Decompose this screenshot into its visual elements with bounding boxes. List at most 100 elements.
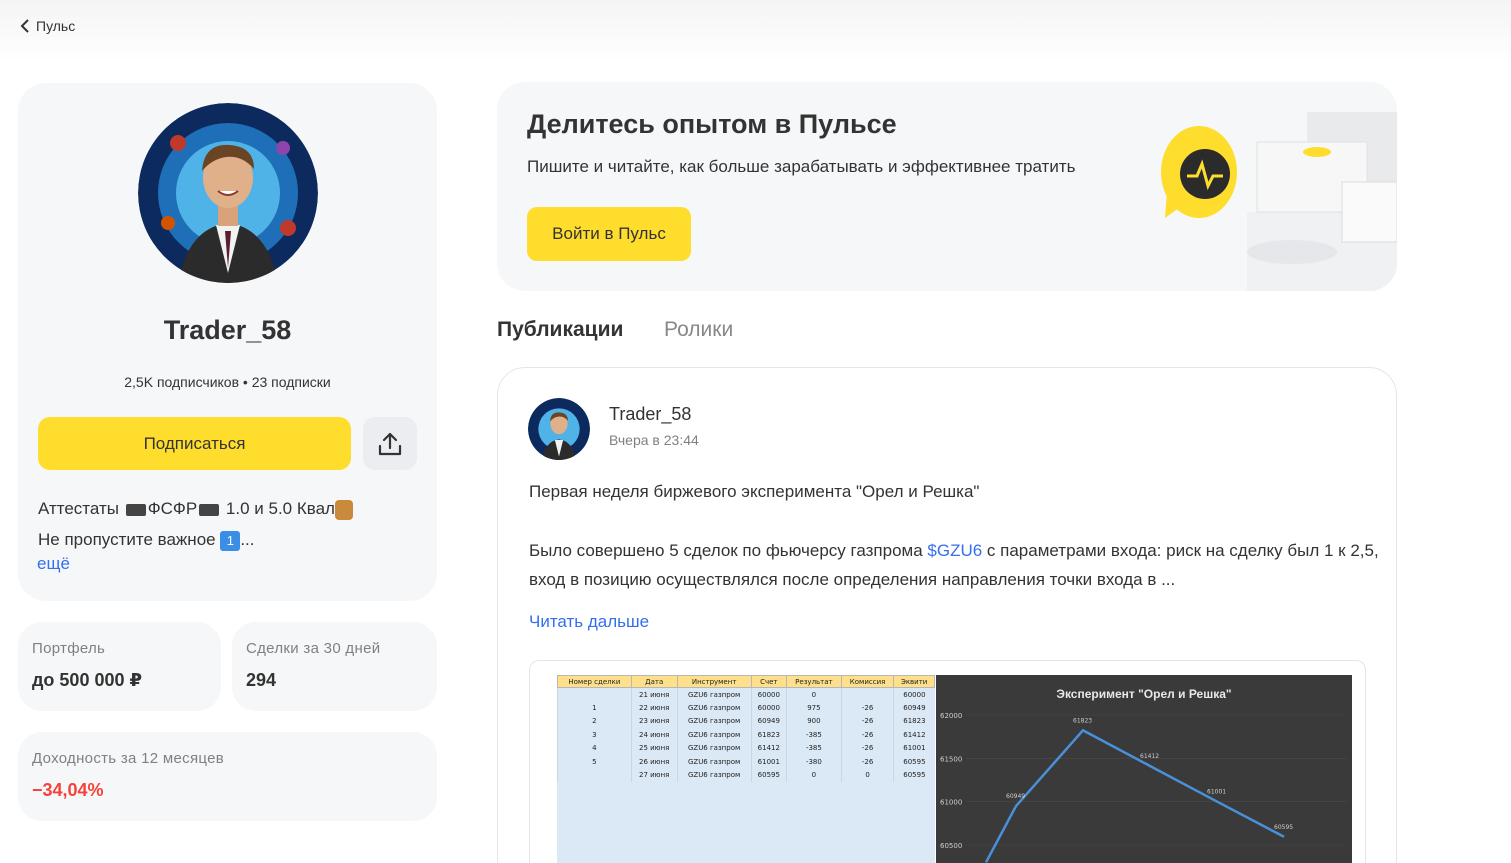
sheet-cell: -26: [840, 741, 894, 755]
sheet-cell: 60949: [893, 701, 935, 715]
tab-videos[interactable]: Ролики: [664, 318, 733, 342]
sheet-cell: 23 июня: [630, 714, 678, 728]
sheet-cell: 61001: [893, 741, 935, 755]
deals-value: 294: [246, 670, 277, 690]
sheet-cell: -26: [840, 728, 894, 742]
tab-publications[interactable]: Публикации: [497, 318, 623, 342]
sheet-cell: 60949: [750, 714, 787, 728]
sheet-cell: GZU6 газпром: [676, 741, 752, 755]
sheet-cell: GZU6 газпром: [676, 728, 752, 742]
yield-value: −34,04%: [32, 780, 104, 800]
ticker-link[interactable]: $GZU6: [927, 541, 982, 560]
sheet-cell: -26: [840, 701, 894, 715]
yield-card: Доходность за 12 месяцев −34,04%: [18, 732, 437, 821]
chart-y-tick-label: 60500: [940, 842, 962, 850]
chart-series-line: [984, 728, 1285, 863]
sheet-cell: -385: [785, 728, 842, 742]
chart-data-label: 60949: [1006, 793, 1025, 800]
sheet-cell: 0: [785, 687, 842, 701]
graduation-cap-icon: [125, 503, 146, 516]
login-pulse-button[interactable]: Войти в Пульс: [527, 207, 691, 261]
chart-y-tick-label: 61500: [940, 755, 962, 763]
deals-card: Сделки за 30 дней 294: [232, 622, 437, 711]
sheet-cell: 60000: [750, 687, 787, 701]
sheet-cell: 61412: [893, 728, 935, 742]
sheet-cell: 27 июня: [630, 768, 678, 782]
sheet-cell: 3: [557, 728, 632, 742]
sheet-cell: -380: [785, 755, 842, 769]
deals-label: Сделки за 30 дней: [246, 640, 381, 657]
sheet-row: 2 23 июня GZU6 газпром 60949 900 -26 61823: [557, 714, 935, 728]
sheet-cell: GZU6 газпром: [676, 755, 752, 769]
avatar: [138, 103, 318, 283]
banner-title: Делитесь опытом в Пульсе: [527, 109, 897, 139]
sheet-cell: [557, 687, 632, 701]
share-button[interactable]: [363, 417, 417, 470]
sheet-row: 21 июня GZU6 газпром 60000 0 60000: [557, 687, 935, 701]
chart-data-label: 60595: [1274, 824, 1293, 831]
judge-icon: [334, 499, 353, 520]
subscribe-button[interactable]: Подписаться: [38, 417, 351, 470]
sheet-cell: 975: [785, 701, 842, 715]
sheet-cell: 61001: [750, 755, 787, 769]
chart-y-tick-label: 62000: [940, 712, 962, 720]
sheet-cell: 60000: [893, 687, 935, 701]
sheet-header-cell: Номер сделки: [557, 675, 632, 688]
post-author-name[interactable]: Trader_58: [609, 404, 691, 425]
chart-data-label: 61823: [1073, 717, 1092, 724]
sheet-cell: 0: [840, 768, 894, 782]
sheet-cell: [557, 768, 632, 782]
chart-y-tick-label: 61000: [940, 799, 962, 807]
pulse-banner: Делитесь опытом в Пульсе Пишите и читайт…: [497, 82, 1397, 291]
sheet-cell: GZU6 газпром: [676, 701, 752, 715]
post-timestamp: Вчера в 23:44: [609, 432, 699, 448]
sheet-cell: 0: [785, 768, 842, 782]
sheet-cell: 61823: [750, 728, 787, 742]
sheet-header-cell: Счет: [750, 675, 787, 688]
sheet-cell: GZU6 газпром: [676, 687, 752, 701]
post-body: Первая неделя биржевого эксперимента "Ор…: [529, 477, 1379, 594]
sheet-cell: -26: [840, 755, 894, 769]
sheet-cell: 26 июня: [630, 755, 678, 769]
bio-more-link[interactable]: ещё: [37, 554, 70, 574]
equity-chart: Эксперимент "Орел и Решка" 62000 61500 610…: [936, 675, 1352, 863]
post-image[interactable]: Номер сделки Дата Инструмент Счет Результат К…: [529, 660, 1366, 863]
chart-data-label: 61412: [1140, 753, 1159, 760]
sheet-row: 27 июня GZU6 газпром 60595 0 0 60595: [557, 768, 935, 782]
chevron-left-icon: [20, 19, 29, 33]
sheet-row: 1 22 июня GZU6 газпром 60000 975 -26 60949: [557, 701, 935, 715]
back-link-label: Пульс: [36, 18, 76, 34]
profile-bio: Аттестаты ФСФР 1.0 и 5.0 Квал Не пропуст…: [38, 493, 418, 555]
bio-text: 1.0 и 5.0 Квал: [221, 499, 335, 518]
sheet-cell: 60000: [750, 701, 787, 715]
post-paragraph: Первая неделя биржевого эксперимента "Ор…: [529, 482, 980, 501]
sheet-header-cell: Дата: [630, 675, 678, 688]
back-link[interactable]: Пульс: [20, 18, 75, 34]
profile-card: Trader_58 2,5K подписчиков • 23 подписки…: [18, 83, 437, 601]
read-more-link[interactable]: Читать дальше: [529, 612, 649, 632]
share-icon: [378, 432, 402, 455]
pulse-illustration-icon: [1161, 112, 1397, 291]
sheet-row: 3 24 июня GZU6 газпром 61823 -385 -26 61412: [557, 728, 935, 742]
sheet-cell: 24 июня: [630, 728, 678, 742]
post-card: Trader_58 Вчера в 23:44 Первая неделя би…: [497, 367, 1397, 863]
bio-text: ...: [240, 530, 255, 549]
sheet-cell: 5: [557, 755, 632, 769]
sheet-cell: 22 июня: [630, 701, 678, 715]
sheet-row: 4 25 июня GZU6 газпром 61412 -385 -26 61001: [557, 741, 935, 755]
profile-name: Trader_58: [163, 315, 292, 345]
sheet-row: 5 26 июня GZU6 газпром 61001 -380 -26 60595: [557, 755, 935, 769]
sheet-cell: 60595: [893, 768, 935, 782]
sheet-cell: GZU6 газпром: [676, 714, 752, 728]
bio-text: Не пропустите важное: [38, 530, 221, 549]
profile-followers-stats[interactable]: 2,5K подписчиков • 23 подписки: [18, 374, 437, 390]
sheet-cell: 61823: [893, 714, 935, 728]
graduation-cap-icon: [199, 503, 220, 516]
post-author-avatar[interactable]: [528, 398, 590, 460]
sheet-header-cell: Комиссия: [840, 675, 895, 688]
banner-subtitle: Пишите и читайте, как больше зарабатыват…: [527, 157, 1076, 176]
sheet-header-cell: Результат: [785, 675, 842, 688]
keycap-one-icon: 1: [220, 530, 241, 551]
portfolio-value: до 500 000 ₽: [32, 670, 143, 690]
sheet-cell: 60595: [893, 755, 935, 769]
